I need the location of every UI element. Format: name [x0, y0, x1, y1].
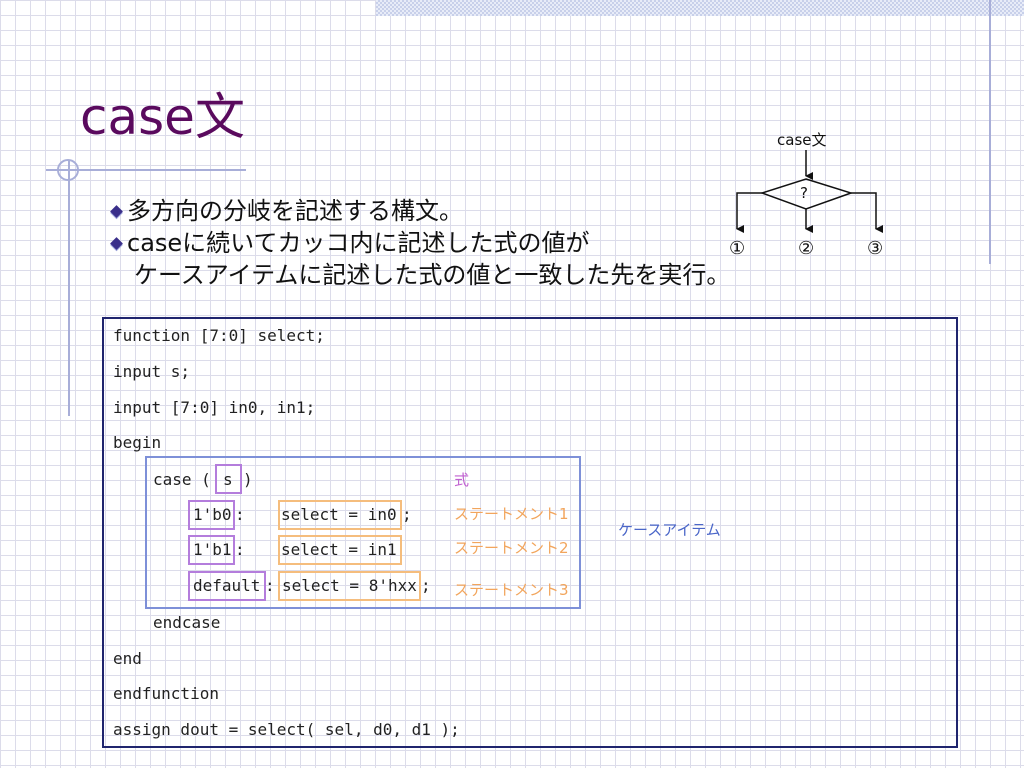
- branch-label-1: ①: [729, 238, 746, 259]
- code-line-endcase: endcase: [153, 613, 221, 632]
- bullet-list: 多方向の分岐を記述する構文。 caseに続いてカッコ内に記述した式の値が ケース…: [108, 195, 730, 291]
- bullet-item: caseに続いてカッコ内に記述した式の値が: [108, 227, 730, 259]
- flowchart-condition: ?: [800, 184, 808, 202]
- left-rule: [68, 160, 70, 416]
- flowchart-label: case文: [777, 131, 827, 149]
- statement-label-1: ステートメント1: [454, 505, 569, 523]
- case-value-3: default: [193, 576, 261, 595]
- statement-1: select = in0: [281, 505, 397, 524]
- statement-semicolon-1: ;: [402, 505, 412, 524]
- case-value-1: 1'b0: [193, 505, 232, 524]
- code-line-input-s: input s;: [113, 362, 191, 381]
- code-line-function: function [7:0] select;: [113, 326, 325, 345]
- code-line-begin: begin: [113, 433, 162, 452]
- case-colon-1: :: [235, 505, 245, 524]
- case-colon-3: :: [265, 576, 275, 595]
- code-case-close: ): [243, 470, 253, 489]
- right-rule: [989, 0, 991, 264]
- diamond-bullet-icon: [110, 205, 123, 218]
- code-case-keyword: case (: [153, 470, 211, 489]
- code-line-assign: assign dout = select( sel, d0, d1 );: [113, 720, 460, 739]
- branch-arrow-1: [736, 192, 762, 233]
- slide-title: case文: [80, 88, 245, 146]
- bullet-text: 多方向の分岐を記述する構文。: [127, 197, 463, 225]
- bullet-text: caseに続いてカッコ内に記述した式の値が: [127, 229, 590, 257]
- case-value-2: 1'b1: [193, 540, 232, 559]
- case-items-label: ケースアイテム: [618, 521, 721, 539]
- code-line-end: end: [113, 649, 142, 668]
- code-line-input-bus: input [7:0] in0, in1;: [113, 398, 316, 417]
- statement-label-3: ステートメント3: [454, 581, 569, 599]
- code-line-endfunction: endfunction: [113, 684, 219, 703]
- case-colon-2: :: [235, 540, 245, 559]
- statement-2: select = in1: [281, 540, 397, 559]
- statement-semicolon-3: ;: [421, 576, 431, 595]
- diamond-bullet-icon: [110, 237, 123, 250]
- code-case-expression: s: [223, 470, 233, 489]
- bullet-text: ケースアイテムに記述した式の値と一致した先を実行。: [134, 261, 731, 289]
- statement-3: select = 8'hxx: [282, 576, 417, 595]
- bullet-item: 多方向の分岐を記述する構文。: [108, 195, 730, 227]
- header-band: [376, 0, 1024, 16]
- branch-arrow-3: [851, 192, 883, 233]
- branch-label-2: ②: [798, 238, 815, 259]
- expression-label: 式: [454, 471, 470, 489]
- statement-label-2: ステートメント2: [454, 539, 569, 557]
- rule-circle: [57, 159, 79, 181]
- branch-label-3: ③: [867, 238, 884, 259]
- bullet-continuation: ケースアイテムに記述した式の値と一致した先を実行。: [108, 259, 730, 291]
